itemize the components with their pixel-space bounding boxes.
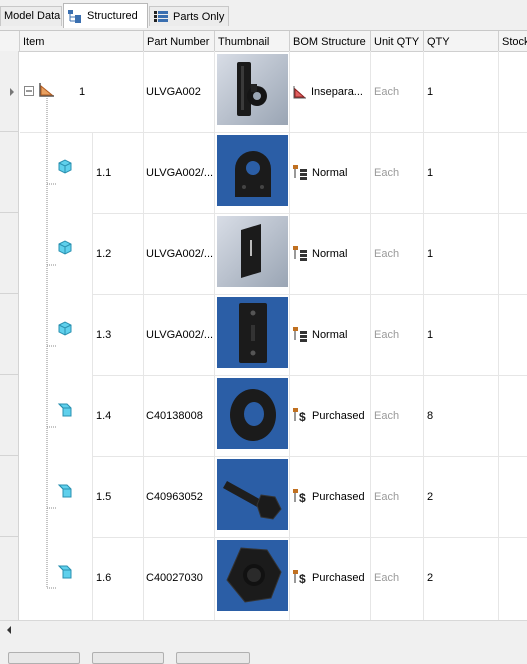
item-number: 1.2	[96, 248, 112, 260]
tab-label: Parts Only	[173, 10, 225, 23]
row-selector[interactable]	[0, 456, 19, 537]
tab-label: Structured	[87, 9, 138, 22]
unit-qty-value[interactable]: Each	[374, 167, 399, 179]
item-number: 1.4	[96, 410, 112, 422]
tab-parts-only[interactable]: Parts Only	[149, 6, 229, 26]
structured-view-icon	[68, 10, 81, 23]
qty-value[interactable]: 1	[427, 86, 433, 98]
inseparable-structure-icon	[293, 86, 306, 99]
row-selector[interactable]	[0, 537, 19, 621]
purchased-structure-icon: $	[293, 489, 306, 504]
bom-structure-value[interactable]: Insepara...	[311, 86, 363, 98]
lug-plate-thumbnail	[217, 135, 288, 206]
tab-structured[interactable]: Structured	[63, 3, 148, 28]
svg-text:$: $	[299, 410, 306, 423]
unit-qty-value[interactable]: Each	[374, 491, 399, 503]
washer-thumbnail	[217, 378, 288, 449]
svg-text:$: $	[299, 491, 306, 504]
part-cube-icon	[58, 159, 72, 174]
part-number: C40027030	[146, 572, 203, 584]
dialog-button[interactable]	[176, 652, 250, 664]
assembly-bracket-thumbnail	[217, 54, 288, 125]
tree-connector	[46, 98, 57, 589]
backing-plate-thumbnail	[217, 297, 288, 368]
bom-structure-value[interactable]: Purchased	[312, 572, 365, 584]
part-cube-icon	[58, 240, 72, 255]
dialog-button-bar	[0, 637, 527, 664]
bom-structure-value[interactable]: Normal	[312, 248, 347, 260]
qty-value[interactable]: 8	[427, 410, 433, 422]
unit-qty-value[interactable]: Each	[374, 572, 399, 584]
unit-qty-value[interactable]: Each	[374, 248, 399, 260]
item-number: 1	[79, 86, 86, 98]
parts-list-icon	[154, 11, 168, 22]
item-number: 1.5	[96, 491, 112, 503]
column-header-bom-structure[interactable]: BOM Structure	[290, 31, 371, 51]
normal-structure-icon	[293, 165, 307, 180]
item-number: 1.1	[96, 167, 112, 179]
row-selector[interactable]	[0, 51, 19, 132]
dialog-button[interactable]	[92, 652, 164, 664]
purchased-structure-icon: $	[293, 570, 306, 585]
column-header-thumbnail[interactable]: Thumbnail	[215, 31, 290, 51]
unit-qty-value[interactable]: Each	[374, 86, 399, 98]
item-number: 1.6	[96, 572, 112, 584]
qty-value[interactable]: 2	[427, 491, 433, 503]
part-number: C40138008	[146, 410, 203, 422]
part-number: ULVGA002/...	[146, 329, 214, 341]
assembly-icon	[39, 83, 54, 97]
bom-structure-value[interactable]: Purchased	[312, 410, 365, 422]
bom-grid: Item Part Number Thumbnail BOM Structure…	[0, 30, 527, 621]
column-header-qty[interactable]: QTY	[424, 31, 499, 51]
purchased-structure-icon: $	[293, 408, 306, 423]
row-selector[interactable]	[0, 132, 19, 213]
row-selector[interactable]	[0, 375, 19, 456]
hex-nut-thumbnail	[217, 540, 288, 611]
part-number: C40963052	[146, 491, 203, 503]
part-cube-icon	[58, 321, 72, 336]
tab-label: Model Data	[4, 10, 61, 22]
qty-value[interactable]: 2	[427, 572, 433, 584]
bom-structure-value[interactable]: Normal	[312, 167, 347, 179]
column-header-part-number[interactable]: Part Number	[144, 31, 215, 51]
qty-value[interactable]: 1	[427, 167, 433, 179]
scroll-left-arrow-icon[interactable]	[4, 625, 14, 635]
normal-structure-icon	[293, 246, 307, 261]
expand-arrow-icon	[10, 88, 14, 96]
dialog-button[interactable]	[8, 652, 80, 664]
unit-qty-value[interactable]: Each	[374, 410, 399, 422]
part-number: ULVGA002	[146, 86, 201, 98]
part-number: ULVGA002/...	[146, 167, 214, 179]
svg-text:$: $	[299, 572, 306, 585]
purchased-part-icon	[57, 565, 72, 579]
row-selector[interactable]	[0, 213, 19, 294]
column-header-row: Item Part Number Thumbnail BOM Structure…	[0, 31, 527, 52]
item-number: 1.3	[96, 329, 112, 341]
column-header-stock[interactable]: Stock	[499, 31, 527, 51]
purchased-part-icon	[57, 403, 72, 417]
row-selector[interactable]	[0, 294, 19, 375]
horizontal-scrollbar[interactable]	[0, 620, 527, 638]
column-header-unit-qty[interactable]: Unit QTY	[371, 31, 424, 51]
part-number: ULVGA002/...	[146, 248, 214, 260]
tab-strip: Model Data Structured Parts Only	[0, 0, 527, 30]
bom-structure-value[interactable]: Normal	[312, 329, 347, 341]
tab-model-data[interactable]: Model Data	[0, 6, 62, 26]
slotted-plate-thumbnail	[217, 216, 288, 287]
header-corner[interactable]	[0, 31, 20, 51]
bom-structure-value[interactable]: Purchased	[312, 491, 365, 503]
column-header-item[interactable]: Item	[20, 31, 144, 51]
qty-value[interactable]: 1	[427, 248, 433, 260]
normal-structure-icon	[293, 327, 307, 342]
bolt-thumbnail	[217, 459, 288, 530]
qty-value[interactable]: 1	[427, 329, 433, 341]
collapse-toggle-icon[interactable]	[24, 86, 36, 98]
unit-qty-value[interactable]: Each	[374, 329, 399, 341]
purchased-part-icon	[57, 484, 72, 498]
